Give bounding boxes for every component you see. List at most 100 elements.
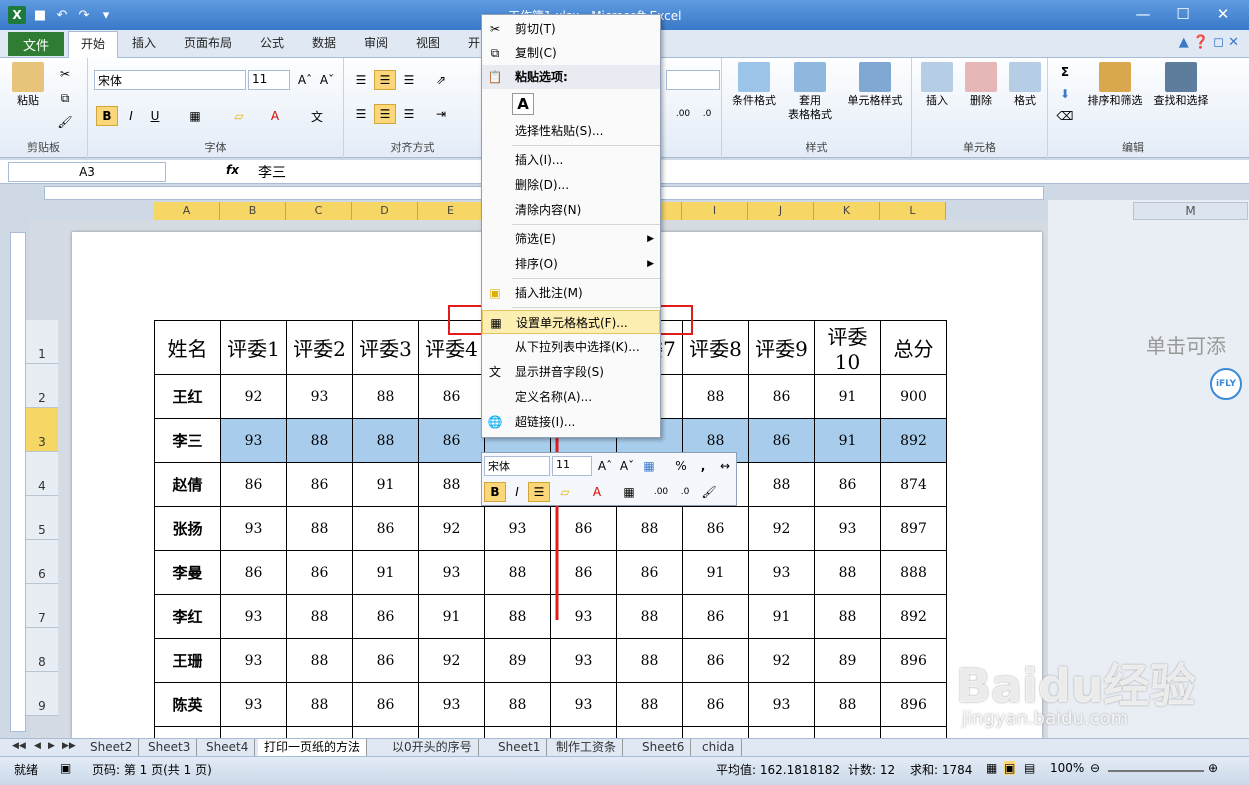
row-header[interactable]: 2 [26, 364, 58, 408]
score-cell[interactable]: 86 [220, 550, 287, 595]
score-cell[interactable]: 896 [880, 682, 947, 727]
score-cell[interactable]: 89 [484, 638, 551, 683]
score-cell[interactable]: 92 [418, 638, 485, 683]
score-cell[interactable]: 88 [814, 682, 881, 727]
score-cell[interactable]: 93 [220, 594, 287, 639]
row-header[interactable]: 3 [26, 408, 58, 452]
score-cell[interactable]: 896 [880, 638, 947, 683]
row-header[interactable]: 4 [26, 452, 58, 496]
score-cell[interactable]: 88 [616, 682, 683, 727]
header-cell[interactable]: 评委10 [814, 320, 881, 375]
align-bottom-icon[interactable]: ☰ [398, 70, 420, 90]
score-cell[interactable]: 88 [682, 374, 749, 419]
clear-icon[interactable]: ⌫ [1054, 106, 1076, 126]
score-cell[interactable]: 93 [814, 506, 881, 551]
orientation-icon[interactable]: ⇗ [430, 70, 452, 90]
menu-item-cut[interactable]: ✂ 剪切(T) [482, 17, 660, 41]
insert-cells-button[interactable]: 插入 [916, 62, 958, 108]
font-color-icon[interactable]: A [264, 106, 286, 126]
row-header[interactable]: 8 [26, 628, 58, 672]
mini-format-painter-icon[interactable]: 🖌 [698, 482, 720, 502]
score-cell[interactable]: 88 [352, 418, 419, 463]
zoom-slider[interactable] [1108, 770, 1204, 772]
save-icon[interactable]: ■ [32, 7, 48, 23]
score-cell[interactable]: 86 [352, 638, 419, 683]
grow-font-icon[interactable]: Aˆ [294, 70, 316, 90]
decrease-decimal-icon[interactable]: .0 [696, 104, 718, 124]
number-format-combo[interactable] [666, 70, 720, 90]
page-break-view-icon[interactable]: ▤ [1024, 761, 1035, 775]
menu-item-insert-comment[interactable]: ▣ 插入批注(M) [482, 281, 660, 305]
score-cell[interactable]: 93 [550, 682, 617, 727]
score-cell[interactable]: 88 [616, 594, 683, 639]
autosum-icon[interactable]: Σ [1054, 62, 1076, 82]
name-cell[interactable]: 李曼 [154, 550, 221, 595]
sort-filter-button[interactable]: 排序和筛选 [1084, 62, 1146, 108]
score-cell[interactable]: 874 [880, 462, 947, 507]
tab-insert[interactable]: 插入 [132, 34, 156, 51]
header-cell[interactable]: 评委3 [352, 320, 419, 375]
score-cell[interactable]: 88 [484, 594, 551, 639]
cut-icon[interactable]: ✂ [54, 64, 76, 84]
table-format-button[interactable]: 套用 表格格式 [782, 62, 838, 122]
row-header[interactable]: 9 [26, 672, 58, 716]
name-cell[interactable]: 李红 [154, 594, 221, 639]
format-painter-icon[interactable]: 🖌 [54, 112, 76, 132]
zoom-level[interactable]: 100% [1050, 761, 1084, 775]
row-header[interactable]: 1 [26, 320, 58, 364]
mini-comma-button[interactable]: , [692, 456, 714, 476]
score-cell[interactable]: 892 [880, 594, 947, 639]
font-size-combo[interactable]: 11 [248, 70, 290, 90]
score-cell[interactable]: 86 [418, 418, 485, 463]
row-header[interactable]: 6 [26, 540, 58, 584]
close-icon[interactable]: ✕ [1203, 0, 1243, 28]
menu-item-filter[interactable]: 筛选(E) ▶ [482, 227, 660, 251]
menu-item-delete[interactable]: 删除(D)... [482, 173, 660, 197]
score-cell[interactable]: 88 [616, 506, 683, 551]
header-cell[interactable]: 总分 [880, 320, 947, 375]
click-to-add-hint[interactable]: 单击可添 [1146, 330, 1226, 359]
mini-bold-button[interactable]: B [484, 482, 506, 502]
menu-item-clear[interactable]: 清除内容(N) [482, 198, 660, 222]
score-cell[interactable]: 93 [418, 550, 485, 595]
score-cell[interactable]: 88 [616, 638, 683, 683]
column-header[interactable]: D [352, 202, 418, 220]
sheet-tab[interactable]: 以0开头的序号 [386, 739, 479, 756]
zoom-in-icon[interactable]: ⊕ [1208, 761, 1218, 775]
shrink-font-icon[interactable]: Aˇ [316, 70, 338, 90]
tab-home[interactable]: 开始 [68, 31, 119, 59]
fill-icon[interactable]: ⬇ [1054, 84, 1076, 104]
align-middle-icon[interactable]: ☰ [374, 70, 396, 90]
normal-view-icon[interactable]: ▦ [986, 761, 997, 775]
cell-styles-button[interactable]: 单元格样式 [840, 62, 910, 108]
fill-color-icon[interactable]: ▱ [228, 106, 250, 126]
score-cell[interactable]: 91 [814, 374, 881, 419]
row-header[interactable]: 7 [26, 584, 58, 628]
score-cell[interactable]: 93 [220, 418, 287, 463]
score-cell[interactable]: 93 [220, 638, 287, 683]
menu-item-define-name[interactable]: 定义名称(A)... [482, 385, 660, 409]
customize-qat-icon[interactable]: ▾ [98, 7, 114, 23]
column-header[interactable]: B [220, 202, 286, 220]
undo-icon[interactable]: ↶ [54, 7, 70, 23]
sheet-tab[interactable]: Sheet2 [84, 739, 140, 756]
mini-increase-decimal-icon[interactable]: .00 [650, 482, 672, 502]
name-cell[interactable]: 王珊 [154, 638, 221, 683]
mini-decrease-decimal-icon[interactable]: .0 [674, 482, 696, 502]
column-header[interactable]: I [682, 202, 748, 220]
minimize-icon[interactable]: — [1123, 0, 1163, 28]
mini-border-icon[interactable]: ▦ [618, 482, 640, 502]
page-layout-view-icon[interactable]: ▣ [1004, 761, 1016, 775]
score-cell[interactable]: 93 [748, 682, 815, 727]
score-cell[interactable]: 93 [550, 638, 617, 683]
sheet-tab[interactable]: 打印一页纸的方法 [258, 739, 368, 756]
last-sheet-icon[interactable]: ▶▶ [62, 741, 76, 751]
score-cell[interactable]: 86 [682, 682, 749, 727]
align-right-icon[interactable]: ☰ [398, 104, 420, 124]
mini-font-size[interactable]: 11 [552, 456, 592, 476]
align-left-icon[interactable]: ☰ [350, 104, 372, 124]
italic-button[interactable]: I [120, 106, 142, 126]
column-header[interactable]: K [814, 202, 880, 220]
mini-align-center-icon[interactable]: ☰ [528, 482, 550, 502]
name-box[interactable]: A3 [8, 162, 166, 182]
